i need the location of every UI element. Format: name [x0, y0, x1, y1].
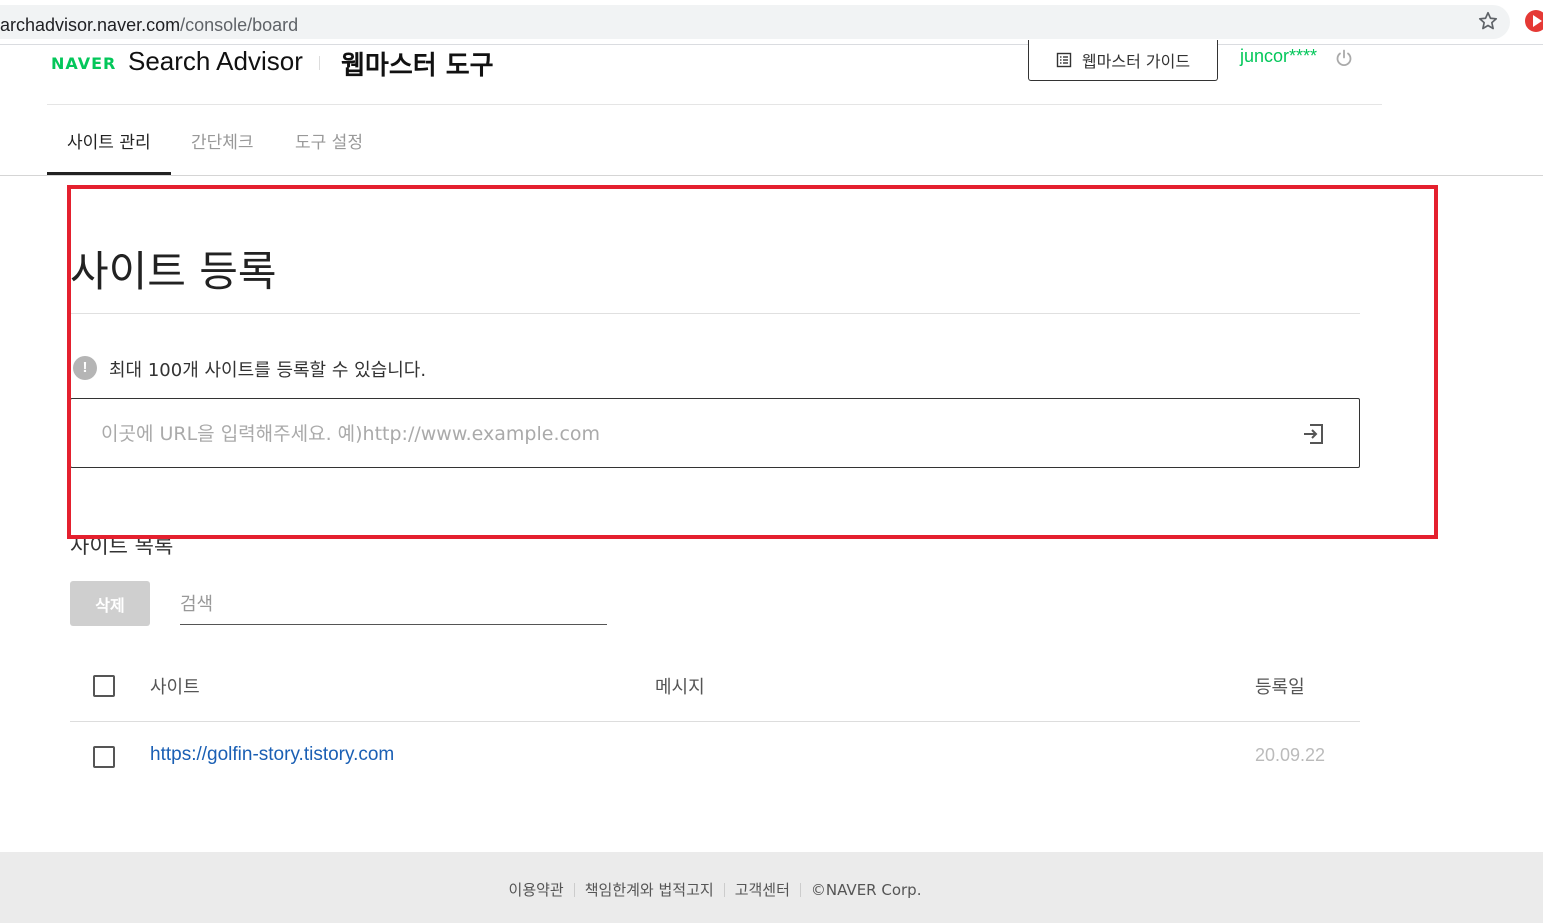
address-bar[interactable]: archadvisor.naver.com/console/board: [0, 5, 1510, 39]
search-input[interactable]: [180, 585, 607, 625]
footer-copyright: ©NAVER Corp.: [810, 881, 922, 899]
title-divider: [70, 313, 1360, 314]
page-title: 사이트 등록: [70, 247, 277, 296]
footer-link-legal[interactable]: 책임한계와 법적고지: [585, 881, 714, 899]
toolbar-divider: [0, 44, 1543, 45]
submit-arrow-icon[interactable]: [1301, 421, 1327, 447]
header-divider: [47, 104, 1382, 105]
table-header-divider: [70, 721, 1360, 722]
tab-tool-settings[interactable]: 도구 설정: [295, 128, 363, 153]
logout-power-icon[interactable]: [1334, 48, 1354, 68]
tab-simple-check[interactable]: 간단체크: [191, 128, 254, 153]
site-list-title: 사이트 목록: [70, 534, 174, 558]
info-exclamation-icon: !: [73, 356, 97, 380]
register-limit-notice: 최대 100개 사이트를 등록할 수 있습니다.: [109, 360, 427, 381]
footer: 이용약관 책임한계와 법적고지 고객센터 ©NAVER Corp.: [0, 852, 1543, 923]
browser-toolbar: archadvisor.naver.com/console/board: [0, 0, 1543, 44]
column-header-site: 사이트: [150, 677, 200, 698]
brand-subtitle: 웹마스터 도구: [341, 51, 494, 81]
document-list-icon: [1056, 52, 1072, 68]
url-input[interactable]: [99, 415, 1253, 453]
footer-separator: [799, 883, 801, 897]
site-registered-date: 20.09.22: [1255, 745, 1326, 765]
url-path: /console/board: [180, 15, 299, 35]
webmaster-guide-button[interactable]: 웹마스터 가이드: [1028, 40, 1218, 81]
url-host: archadvisor.naver.com: [0, 15, 181, 35]
tabs-divider: [0, 175, 1543, 176]
column-header-message: 메시지: [655, 677, 705, 698]
footer-links: 이용약관 책임한계와 법적고지 고객센터 ©NAVER Corp.: [0, 879, 1430, 900]
extension-icon[interactable]: [1525, 10, 1543, 32]
user-id[interactable]: juncor****: [1240, 46, 1317, 67]
brand-divider: [319, 56, 320, 70]
column-header-date: 등록일: [1255, 677, 1305, 698]
footer-link-terms[interactable]: 이용약관: [509, 881, 564, 899]
url-input-box: [70, 398, 1360, 468]
webmaster-guide-label: 웹마스터 가이드: [1081, 52, 1191, 71]
site-url-link[interactable]: https://golfin-story.tistory.com: [150, 744, 394, 766]
url-text[interactable]: archadvisor.naver.com/console/board: [0, 15, 298, 36]
bookmark-star-icon[interactable]: [1477, 10, 1499, 32]
row-checkbox[interactable]: [93, 746, 115, 768]
select-all-checkbox[interactable]: [93, 675, 115, 697]
brand-title[interactable]: Search Advisor: [128, 46, 303, 77]
tab-site-management[interactable]: 사이트 관리: [67, 128, 151, 153]
footer-separator: [723, 883, 725, 897]
delete-button[interactable]: 삭제: [70, 581, 150, 626]
footer-separator: [573, 883, 575, 897]
naver-logo[interactable]: NAVER: [51, 54, 116, 73]
footer-link-support[interactable]: 고객센터: [735, 881, 790, 899]
